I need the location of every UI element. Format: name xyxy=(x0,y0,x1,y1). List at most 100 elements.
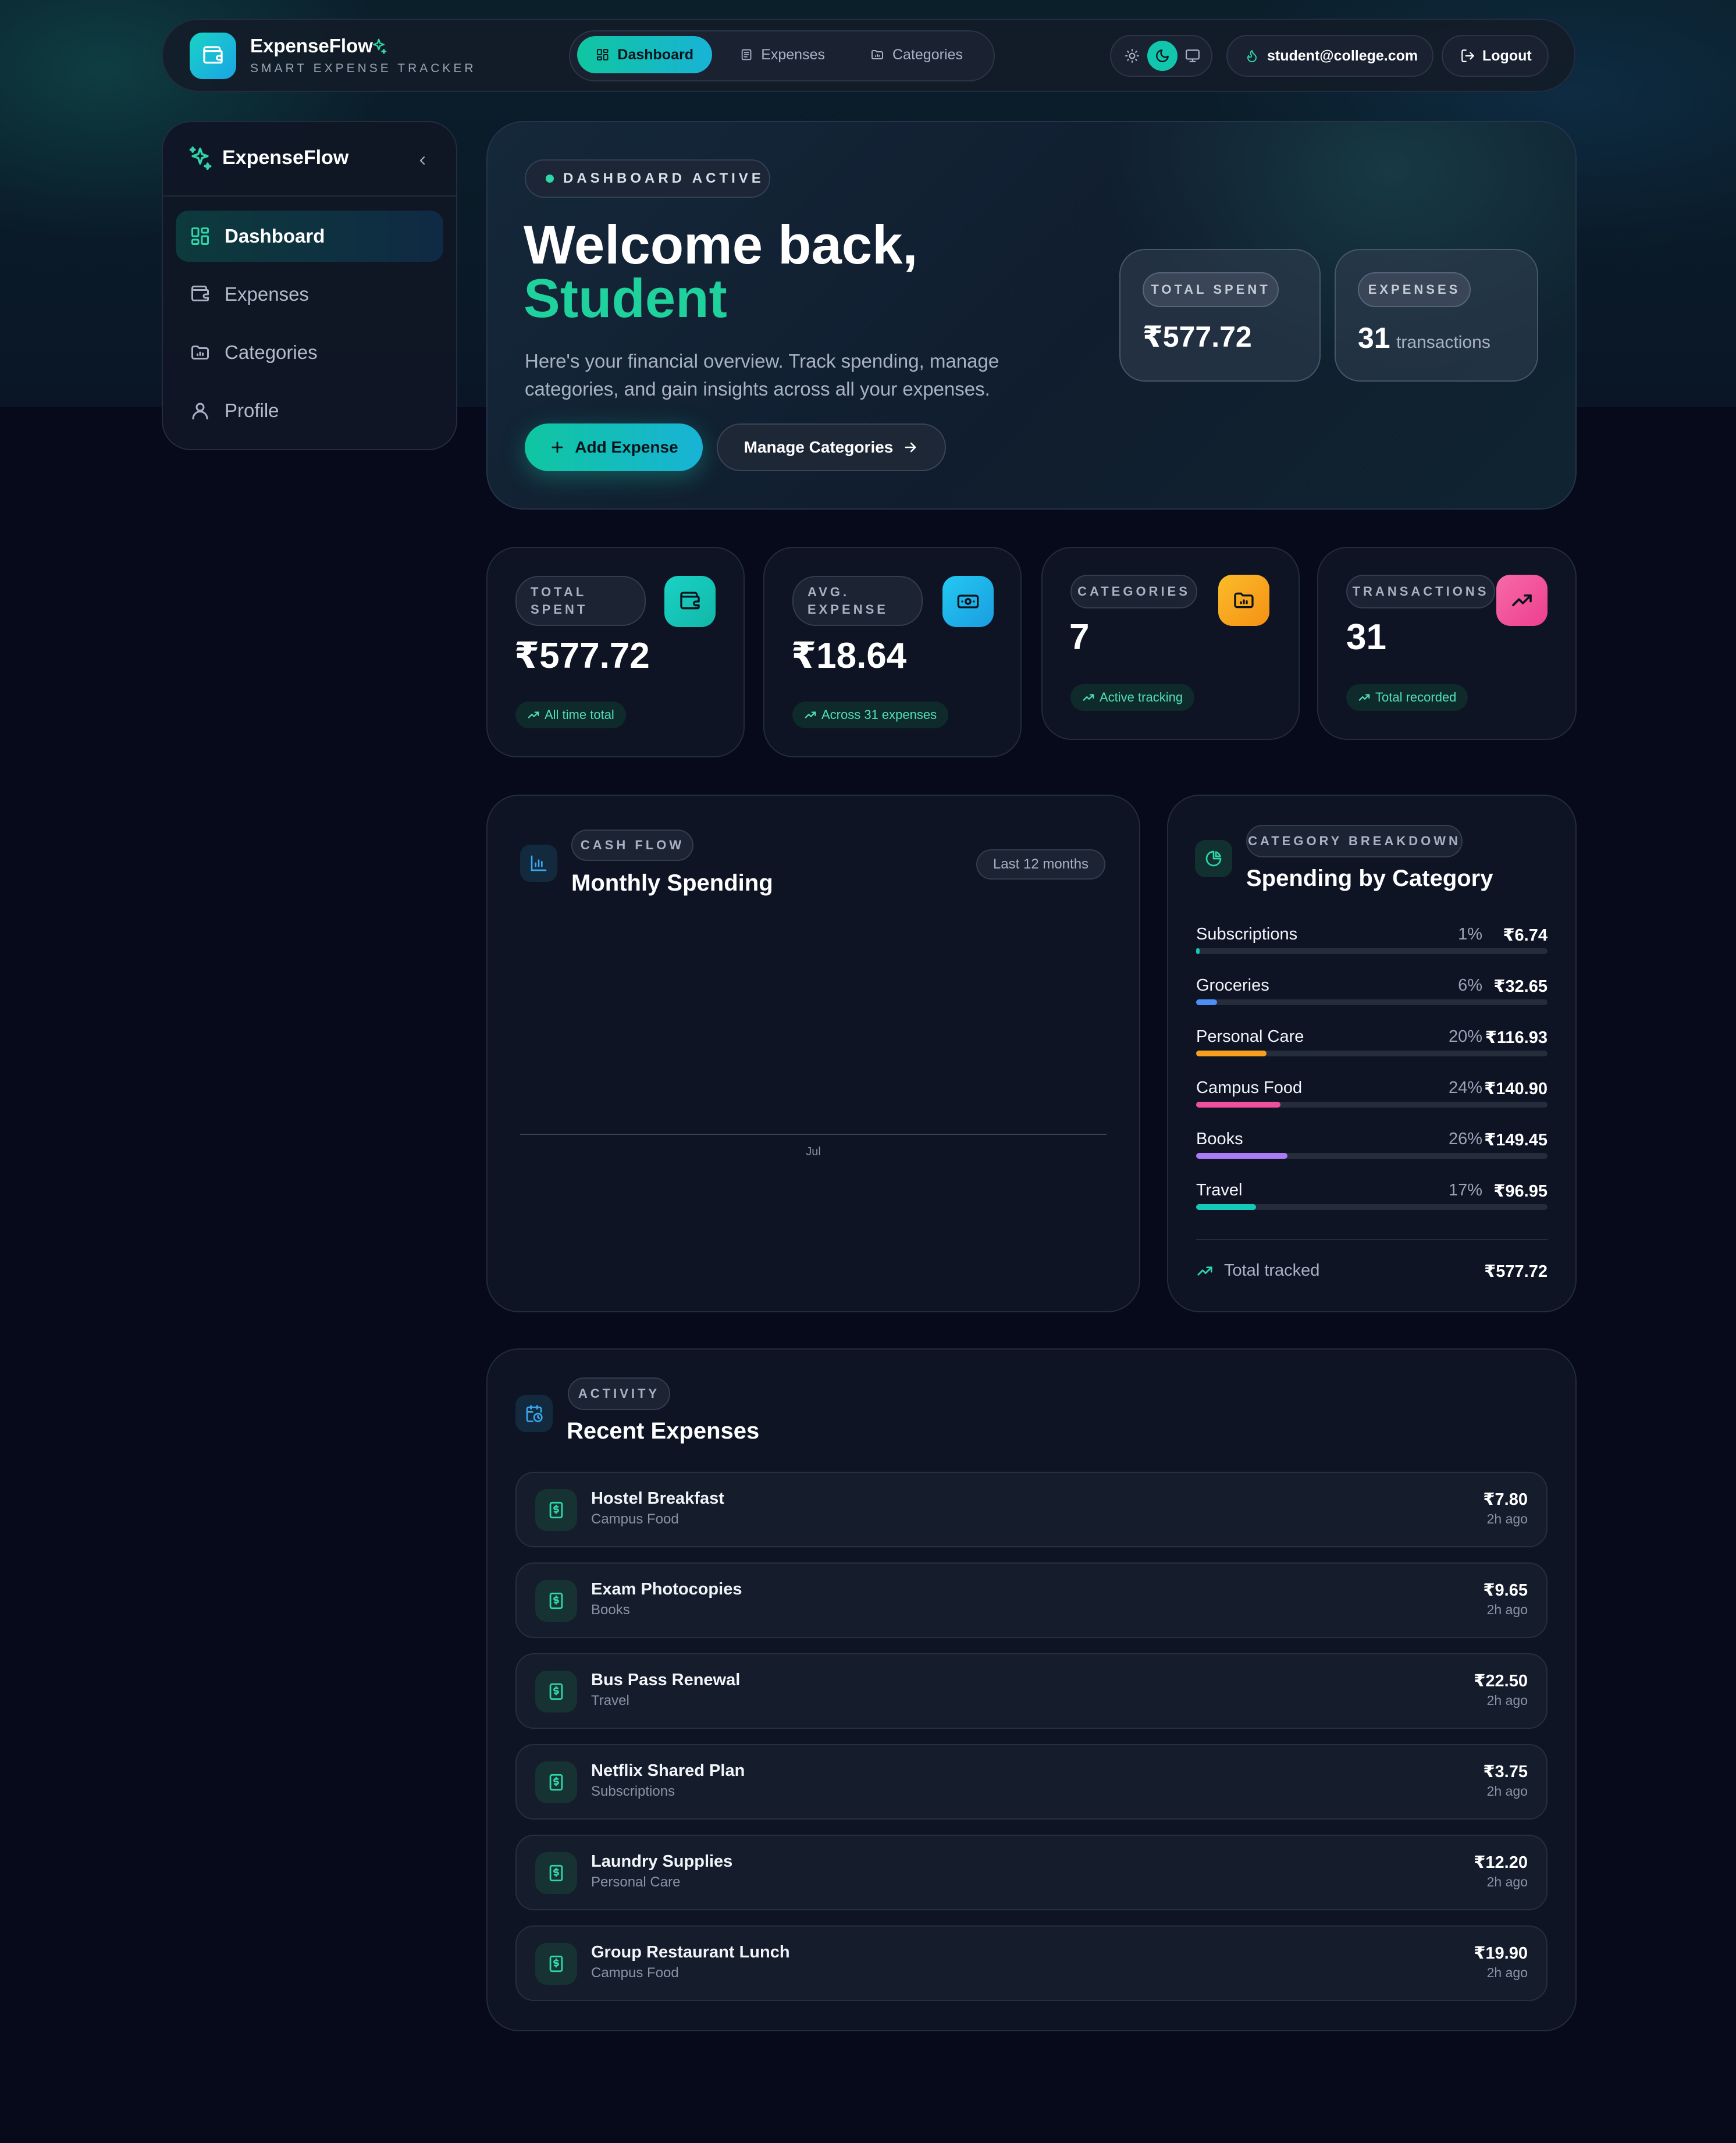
pie-icon-tile xyxy=(1195,840,1232,877)
receipt-dollar-icon xyxy=(549,1774,563,1791)
nav-tab-dashboard[interactable]: Dashboard xyxy=(577,36,712,73)
expense-list-item[interactable]: Bus Pass Renewal Travel ₹22.50 2h ago xyxy=(515,1653,1548,1729)
cashflow-range-badge[interactable]: Last 12 months xyxy=(976,849,1105,880)
expense-category: Subscriptions xyxy=(591,1784,675,1799)
theme-system-button[interactable] xyxy=(1179,42,1207,70)
expense-category: Campus Food xyxy=(591,1511,679,1527)
x-tick-label: Jul xyxy=(806,1145,821,1158)
sidebar-item-dashboard[interactable]: Dashboard xyxy=(176,211,443,262)
stat-label: CATEGORIES xyxy=(1070,575,1197,608)
category-progress-fill xyxy=(1196,1102,1280,1108)
stat-badge: Across 31 expenses xyxy=(792,702,949,728)
activity-chip: ACTIVITY xyxy=(568,1377,670,1410)
trending-up-icon xyxy=(805,711,816,718)
expense-amount: ₹19.90 xyxy=(1474,1944,1528,1963)
expense-time: 2h ago xyxy=(1486,1965,1528,1980)
category-amount: ₹116.93 xyxy=(1485,1028,1548,1047)
wallet-icon xyxy=(680,592,700,610)
trending-up-icon xyxy=(1197,1266,1212,1276)
expense-title: Netflix Shared Plan xyxy=(591,1761,745,1780)
expense-list-item[interactable]: Laundry Supplies Personal Care ₹12.20 2h ag… xyxy=(515,1835,1548,1910)
stat-badge: Total recorded xyxy=(1346,684,1468,711)
status-text: DASHBOARD ACTIVE xyxy=(563,170,764,186)
category-percent: 17% xyxy=(1448,1181,1482,1199)
sidebar-collapse-button[interactable] xyxy=(410,148,435,173)
sidebar-item-profile[interactable]: Profile xyxy=(176,385,443,436)
monthly-spending-chart: Jul xyxy=(520,1134,1107,1158)
category-amount: ₹140.90 xyxy=(1484,1080,1548,1098)
expense-icon-tile xyxy=(535,1852,577,1894)
expense-category: Personal Care xyxy=(591,1874,681,1890)
category-progress-track xyxy=(1196,948,1548,954)
category-progress-fill xyxy=(1196,1051,1267,1056)
category-progress-fill xyxy=(1196,1153,1288,1159)
manage-categories-button[interactable]: Manage Categories xyxy=(717,423,946,471)
category-row: Campus Food 24% ₹140.90 xyxy=(1196,1078,1548,1113)
category-row: Travel 17% ₹96.95 xyxy=(1196,1181,1548,1216)
stat-badge: All time total xyxy=(515,702,626,728)
folder-icon xyxy=(871,50,883,59)
recent-expenses-title: Recent Expenses xyxy=(567,1418,760,1444)
sidebar-item-categories[interactable]: Categories xyxy=(176,327,443,378)
hero-expenses-count: 31 xyxy=(1358,322,1390,354)
stat-value: 31 xyxy=(1346,617,1386,657)
add-expense-label: Add Expense xyxy=(575,438,678,456)
category-name: Personal Care xyxy=(1196,1027,1304,1046)
arrow-right-icon xyxy=(905,442,916,453)
receipt-dollar-icon xyxy=(549,1592,563,1610)
stat-icon-tile xyxy=(664,576,716,627)
sidebar-item-expenses[interactable]: Expenses xyxy=(176,269,443,320)
user-icon xyxy=(192,403,208,419)
category-progress-track xyxy=(1196,1102,1548,1108)
expense-amount: ₹22.50 xyxy=(1474,1672,1528,1690)
user-email-pill[interactable]: student@college.com xyxy=(1226,35,1433,77)
receipt-dollar-icon xyxy=(549,1955,563,1973)
breakdown-chip: CATEGORY BREAKDOWN xyxy=(1246,825,1463,857)
category-percent: 24% xyxy=(1448,1078,1482,1097)
dashboard-icon xyxy=(191,227,209,245)
category-row: Groceries 6% ₹32.65 xyxy=(1196,976,1548,1011)
app-logo[interactable] xyxy=(190,33,236,79)
hero-total-spent-value: ₹577.72 xyxy=(1143,321,1252,353)
expense-list-item[interactable]: Exam Photocopies Books ₹9.65 2h ago xyxy=(515,1562,1548,1638)
receipt-dollar-icon xyxy=(549,1864,563,1882)
add-expense-button[interactable]: Add Expense xyxy=(525,423,703,471)
category-name: Travel xyxy=(1196,1181,1243,1199)
expense-amount: ₹9.65 xyxy=(1483,1581,1528,1600)
trending-up-icon xyxy=(1358,694,1370,701)
activity-icon-tile xyxy=(515,1395,553,1432)
chevron-left-icon xyxy=(419,156,425,165)
sidebar-item-label: Profile xyxy=(225,400,279,421)
category-progress-track xyxy=(1196,999,1548,1005)
expense-amount: ₹3.75 xyxy=(1483,1763,1528,1781)
category-row: Personal Care 20% ₹116.93 xyxy=(1196,1027,1548,1062)
stat-value: 7 xyxy=(1069,617,1090,657)
monitor-icon xyxy=(1186,49,1200,62)
stat-label: TOTAL SPENT xyxy=(515,576,646,626)
app-tagline: SMART EXPENSE TRACKER xyxy=(250,62,476,75)
expense-title: Exam Photocopies xyxy=(591,1580,742,1599)
expense-list-item[interactable]: Netflix Shared Plan Subscriptions ₹3.75 2h … xyxy=(515,1744,1548,1820)
expense-list-item[interactable]: Group Restaurant Lunch Campus Food ₹19.90 2… xyxy=(515,1925,1548,2001)
hero-expenses-card xyxy=(1335,249,1538,382)
manage-categories-label: Manage Categories xyxy=(744,438,894,456)
logout-icon xyxy=(1461,49,1474,62)
logout-button[interactable]: Logout xyxy=(1442,35,1549,77)
total-tracked-label: Total tracked xyxy=(1224,1261,1320,1280)
theme-dark-button[interactable] xyxy=(1147,41,1178,71)
category-percent: 26% xyxy=(1448,1130,1482,1148)
nav-tab-categories[interactable]: Categories xyxy=(852,36,989,73)
trending-up-icon xyxy=(528,711,539,718)
expense-category: Books xyxy=(591,1602,630,1618)
stat-label: AVG. EXPENSE xyxy=(792,576,923,626)
category-row: Subscriptions 1% ₹6.74 xyxy=(1196,925,1548,960)
sidebar-item-label: Categories xyxy=(225,341,318,363)
pie-chart-icon xyxy=(1205,850,1222,867)
breakdown-divider xyxy=(1196,1239,1548,1240)
nav-tab-expenses[interactable]: Expenses xyxy=(721,36,844,73)
expense-list-item[interactable]: Hostel Breakfast Campus Food ₹7.80 2h ago xyxy=(515,1472,1548,1547)
status-chip: DASHBOARD ACTIVE xyxy=(525,159,770,198)
expense-time: 2h ago xyxy=(1486,1874,1528,1889)
category-percent: 1% xyxy=(1458,925,1482,944)
theme-light-button[interactable] xyxy=(1118,42,1146,70)
